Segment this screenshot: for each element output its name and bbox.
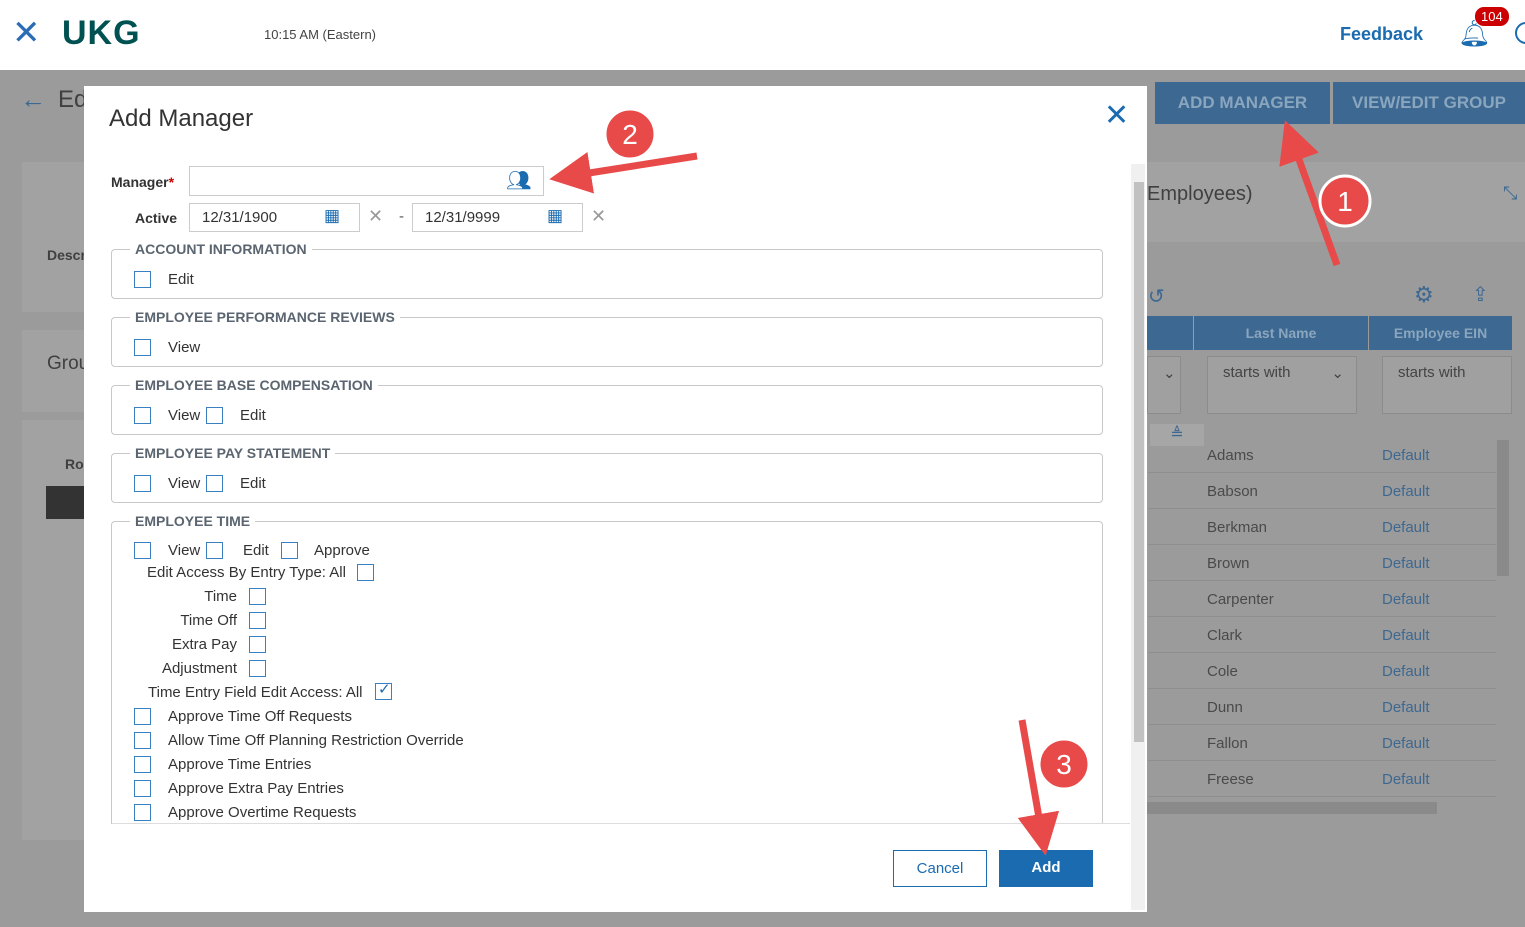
annotation-marker-2: 2: [603, 107, 657, 161]
annotation-marker-1: 1: [1318, 174, 1372, 228]
svg-text:3: 3: [1056, 749, 1072, 780]
svg-text:1: 1: [1337, 186, 1353, 217]
svg-text:2: 2: [622, 119, 638, 150]
annotation-marker-3: 3: [1037, 737, 1091, 791]
annotation-layer: 1 2 3: [549, 107, 1372, 856]
annotation-arrow-3: [1017, 719, 1060, 856]
